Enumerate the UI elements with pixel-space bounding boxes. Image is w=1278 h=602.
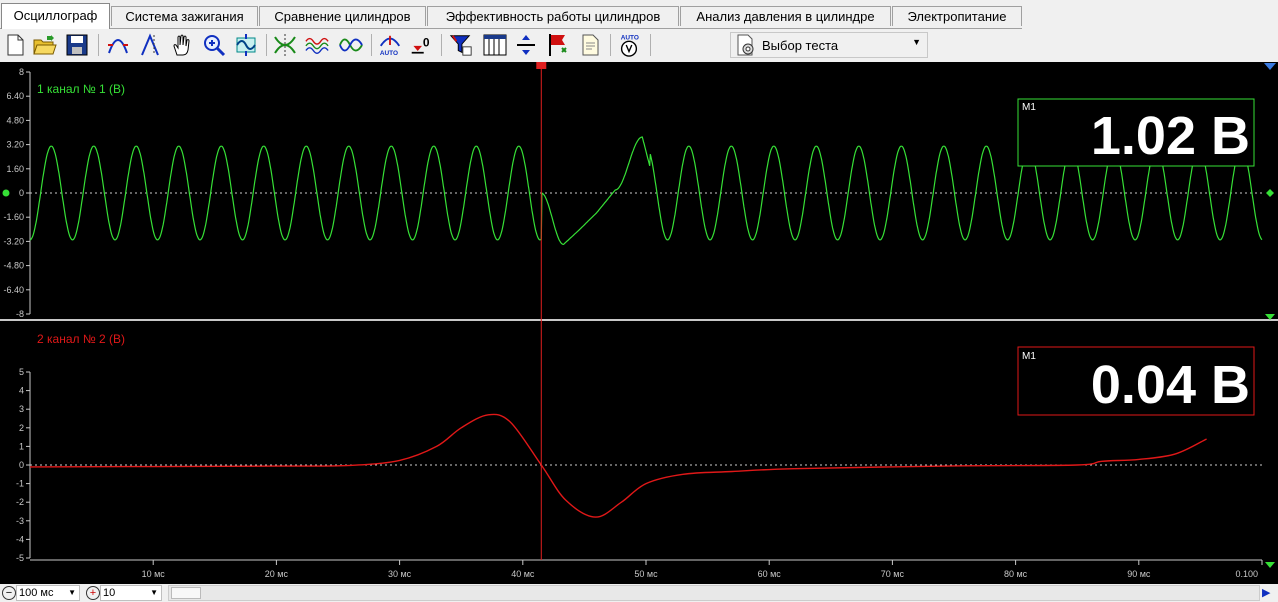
channel2-y-tick-label: 5 xyxy=(19,367,24,377)
toolbar-separator xyxy=(650,34,651,56)
chevron-down-icon: ▼ xyxy=(912,37,921,47)
zoom-select[interactable]: 10 ▼ xyxy=(100,585,162,601)
auto-trigger-label: AUTO xyxy=(380,50,398,57)
time-axis-tick-label: 0.100 xyxy=(1235,569,1258,579)
scroll-right-icon[interactable]: ▶ xyxy=(1262,586,1270,599)
time-axis-tick-label: 10 мс xyxy=(142,569,166,579)
scroll-up-marker-icon[interactable] xyxy=(1264,63,1276,70)
open-folder-icon[interactable] xyxy=(33,33,57,57)
time-axis-tick-label: 80 мс xyxy=(1004,569,1028,579)
vertical-scale-icon[interactable] xyxy=(138,33,162,57)
time-axis: 10 мс 20 мс 30 мс 40 мс 50 мс 60 мс 70 мс 80 мс… xyxy=(30,559,1263,579)
toolbar-separator xyxy=(371,34,372,56)
tab-cylinder-pressure[interactable]: Анализ давления в цилиндре xyxy=(680,6,891,26)
time-axis-tick-label: 30 мс xyxy=(388,569,412,579)
tab-bar: Осциллограф Система зажигания Сравнение … xyxy=(0,0,1278,29)
tab-cylinder-efficiency[interactable]: Эффективность работы цилиндров xyxy=(427,6,679,26)
channel1-measure-value: 1.02 В xyxy=(1091,106,1250,166)
channel1-y-tick-label: -4.80 xyxy=(3,261,24,271)
time-axis-tick-label: 90 мс xyxy=(1127,569,1151,579)
channel2-measure-value: 0.04 В xyxy=(1091,355,1250,415)
auto-trigger-icon[interactable]: AUTO xyxy=(378,33,402,57)
fit-screen-icon[interactable] xyxy=(234,33,258,57)
channel1-measure-label: M1 xyxy=(1022,102,1036,113)
channel1-y-tick-label: -6.40 xyxy=(3,285,24,295)
time-axis-tick-label: 40 мс xyxy=(511,569,535,579)
zoom-value: 10 xyxy=(103,587,116,599)
channel2-y-tick-label: -2 xyxy=(16,497,24,507)
marker-flag-icon[interactable] xyxy=(546,33,570,57)
channel2-y-tick-label: -3 xyxy=(16,516,24,526)
channel1-right-marker-icon[interactable] xyxy=(1266,189,1274,197)
test-select-label: Выбор теста xyxy=(762,37,839,53)
zoom-in-small-icon[interactable]: + xyxy=(86,586,100,600)
channel1-y-tick-label: 1.60 xyxy=(6,164,24,174)
channel2-y-tick-label: -1 xyxy=(16,479,24,489)
oscilloscope-panel[interactable]: 8 6.40 4.80 3.20 1.60 0 -1.60 -3.20 -4.80 -6.40 -8… xyxy=(0,62,1278,584)
scrollbar-thumb[interactable] xyxy=(171,587,201,599)
channel2-bottom-marker-icon[interactable] xyxy=(1265,562,1275,568)
channel2-waveform xyxy=(29,413,1207,518)
time-axis-tick-label: 60 мс xyxy=(758,569,782,579)
channel2-y-tick-label: 4 xyxy=(19,386,24,396)
toolbar: AUTO 0 AUTO Выбор теста ▼ xyxy=(0,29,1278,62)
horizontal-scrollbar[interactable] xyxy=(168,585,1260,601)
document-gear-icon xyxy=(737,34,754,56)
timebase-value: 100 мс xyxy=(19,587,54,599)
split-horizontal-icon[interactable] xyxy=(514,33,538,57)
filter-icon[interactable] xyxy=(449,33,473,57)
toolbar-separator xyxy=(610,34,611,56)
channel2-y-tick-label: 2 xyxy=(19,423,24,433)
time-axis-tick-label: 70 мс xyxy=(881,569,905,579)
toolbar-separator xyxy=(441,34,442,56)
time-axis-tick-label: 50 мс xyxy=(634,569,658,579)
auto-voltage-icon[interactable]: AUTO xyxy=(617,33,641,57)
wave-overlay-icon[interactable] xyxy=(339,33,363,57)
channel1-offset-marker[interactable] xyxy=(2,189,10,197)
toolbar-separator xyxy=(98,34,99,56)
tab-cylinder-comparison[interactable]: Сравнение цилиндров xyxy=(259,6,426,26)
channel-scale-icon[interactable] xyxy=(106,33,130,57)
status-bar: − 100 мс ▼ + 10 ▼ ▶ xyxy=(0,584,1278,602)
cross-signal-icon[interactable] xyxy=(273,33,297,57)
multi-wave-icon[interactable] xyxy=(305,33,329,57)
channel1-y-tick-label: 0 xyxy=(19,188,24,198)
save-icon[interactable] xyxy=(65,33,89,57)
channel2-y-tick-label: 0 xyxy=(19,460,24,470)
chevron-down-icon: ▼ xyxy=(150,588,158,597)
channel2-title: 2 канал № 2 (В) xyxy=(37,332,125,346)
document-icon[interactable] xyxy=(578,33,602,57)
new-file-icon[interactable] xyxy=(3,33,27,57)
channel1-y-tick-label: 6.40 xyxy=(6,91,24,101)
channel1-y-tick-label: -1.60 xyxy=(3,212,24,222)
channel2-y-tick-label: -4 xyxy=(16,534,24,544)
channel1-y-tick-label: 4.80 xyxy=(6,115,24,125)
auto-voltage-label: AUTO xyxy=(621,34,639,41)
channel2-y-tick-label: 1 xyxy=(19,441,24,451)
tab-oscilloscope[interactable]: Осциллограф xyxy=(1,3,110,29)
timebase-select[interactable]: 100 мс ▼ xyxy=(16,585,80,601)
hand-pan-icon[interactable] xyxy=(170,33,194,57)
time-axis-tick-label: 20 мс xyxy=(265,569,289,579)
channel2-measure-label: M1 xyxy=(1022,351,1036,362)
channel2-y-axis: 5 4 3 2 1 0 -1 -2 -3 -4 -5 xyxy=(16,367,31,563)
channel2-y-tick-label: -5 xyxy=(16,553,24,563)
channel1-y-tick-label: 3.20 xyxy=(6,140,24,150)
channel1-title: 1 канал № 1 (В) xyxy=(37,82,125,96)
tab-power-supply[interactable]: Электропитание xyxy=(892,6,1022,26)
trigger-level-value: 0 xyxy=(423,36,430,50)
table-columns-icon[interactable] xyxy=(483,33,507,57)
toolbar-separator xyxy=(266,34,267,56)
zoom-out-icon[interactable]: − xyxy=(2,586,16,600)
tab-ignition-system[interactable]: Система зажигания xyxy=(111,6,258,26)
zoom-in-icon[interactable] xyxy=(202,33,226,57)
channel1-y-tick-label: -8 xyxy=(16,309,24,319)
chevron-down-icon: ▼ xyxy=(68,588,76,597)
trigger-level-icon[interactable]: 0 xyxy=(410,33,434,57)
cursor-marker-icon[interactable] xyxy=(536,62,547,69)
test-select[interactable]: Выбор теста ▼ xyxy=(730,32,928,58)
channel1-y-tick-label: -3.20 xyxy=(3,236,24,246)
channel2-y-tick-label: 3 xyxy=(19,404,24,414)
channel1-y-tick-label: 8 xyxy=(19,67,24,77)
